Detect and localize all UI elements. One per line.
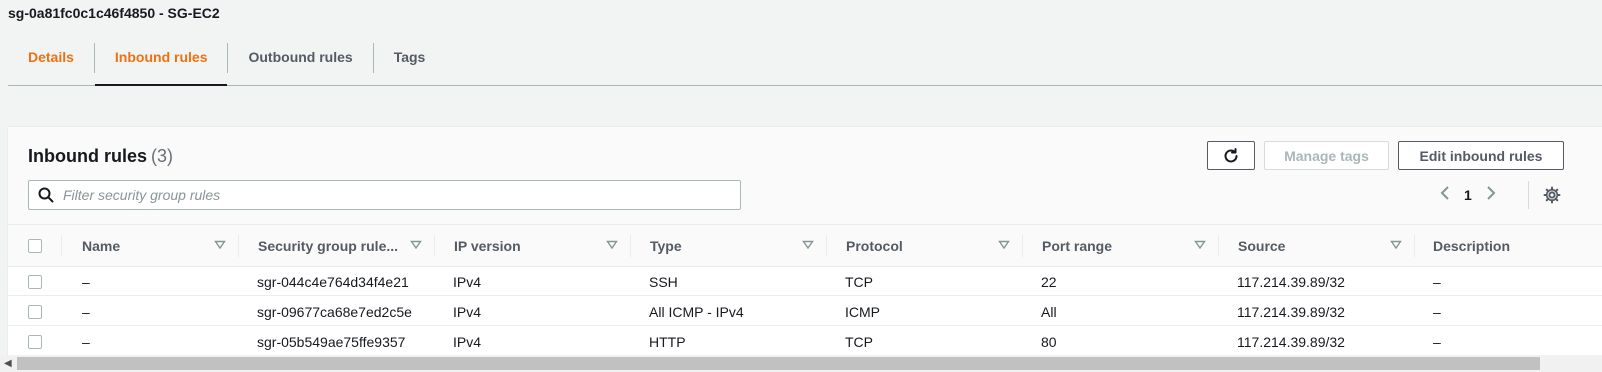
cell-protocol: TCP xyxy=(845,333,873,350)
refresh-icon xyxy=(1224,147,1238,162)
select-all-checkbox-cell xyxy=(28,225,68,267)
tab-bar: Details Inbound rules Outbound rules Tag… xyxy=(8,40,1602,86)
cell-port-range: 22 xyxy=(1041,273,1057,290)
column-header-ip-version[interactable]: IP version xyxy=(454,225,630,267)
cell-ip-version: IPv4 xyxy=(453,273,482,290)
column-header-source[interactable]: Source xyxy=(1238,225,1414,267)
cell-source: 117.214.39.89/32 xyxy=(1237,333,1345,350)
sort-icon xyxy=(1194,240,1206,250)
column-label: Security group rule... xyxy=(258,238,399,254)
cell-port-range: 80 xyxy=(1041,333,1057,350)
column-header-rule-id[interactable]: Security group rule... xyxy=(258,225,434,267)
cell-name: – xyxy=(82,303,90,320)
scrollbar-thumb[interactable] xyxy=(17,357,1540,370)
column-divider xyxy=(61,235,62,257)
row-checkbox[interactable] xyxy=(28,304,42,319)
cell-type: SSH xyxy=(649,273,678,290)
column-label: IP version xyxy=(454,238,521,254)
cell-description: – xyxy=(1433,303,1441,320)
column-header-port-range[interactable]: Port range xyxy=(1042,225,1218,267)
cell-rule-id: sgr-09677ca68e7ed2c5e xyxy=(257,303,412,320)
column-label: Source xyxy=(1238,238,1286,254)
cell-source: 117.214.39.89/32 xyxy=(1237,273,1345,290)
column-header-description[interactable]: Description xyxy=(1433,225,1593,267)
sort-icon xyxy=(1390,240,1402,250)
tab-inbound-rules[interactable]: Inbound rules xyxy=(94,40,228,86)
table-row[interactable]: – sgr-05b549ae75ffe9357 IPv4 HTTP TCP 80… xyxy=(8,327,1602,356)
panel-header: Inbound rules (3) Manage tags Edit inboun… xyxy=(8,127,1602,224)
inbound-rules-panel: Inbound rules (3) Manage tags Edit inboun… xyxy=(8,126,1602,372)
row-checkbox-cell xyxy=(28,327,42,356)
pagination: 1 xyxy=(1440,185,1496,204)
column-divider xyxy=(1414,235,1415,257)
column-label: Protocol xyxy=(846,238,903,254)
sort-icon xyxy=(410,240,422,250)
refresh-button[interactable] xyxy=(1207,141,1255,170)
tab-outbound-rules[interactable]: Outbound rules xyxy=(228,40,372,74)
search-icon xyxy=(29,187,63,203)
chevron-left-icon[interactable] xyxy=(1440,185,1450,204)
pager-divider xyxy=(1528,181,1529,209)
select-all-checkbox[interactable] xyxy=(28,239,42,253)
settings-icon[interactable] xyxy=(1543,186,1561,209)
security-group-page: sg-0a81fc0c1c46f4850 - SG-EC2 Details In… xyxy=(0,0,1602,372)
sort-icon xyxy=(214,240,226,250)
column-label: Name xyxy=(82,238,121,254)
cell-type: HTTP xyxy=(649,333,686,350)
page-title: sg-0a81fc0c1c46f4850 - SG-EC2 xyxy=(8,5,220,21)
cell-name: – xyxy=(82,273,90,290)
column-divider xyxy=(238,235,239,257)
rule-count: (3) xyxy=(151,146,173,166)
column-header-protocol[interactable]: Protocol xyxy=(846,225,1022,267)
tab-details[interactable]: Details xyxy=(8,40,94,74)
edit-inbound-rules-button[interactable]: Edit inbound rules xyxy=(1398,141,1564,170)
cell-ip-version: IPv4 xyxy=(453,333,482,350)
filter-input[interactable] xyxy=(63,187,723,203)
row-checkbox[interactable] xyxy=(28,274,42,289)
column-divider xyxy=(1022,235,1023,257)
column-divider xyxy=(434,235,435,257)
cell-rule-id: sgr-044c4e764d34f4e21 xyxy=(257,273,409,290)
horizontal-scrollbar[interactable]: ◀ xyxy=(0,355,1602,372)
column-label: Port range xyxy=(1042,238,1113,254)
filter-search-box xyxy=(28,180,741,210)
table-row[interactable]: – sgr-044c4e764d34f4e21 IPv4 SSH TCP 22 … xyxy=(8,267,1602,296)
current-page-number[interactable]: 1 xyxy=(1464,187,1472,203)
manage-tags-button[interactable]: Manage tags xyxy=(1264,141,1389,170)
cell-name: – xyxy=(82,333,90,350)
cell-port-range: All xyxy=(1041,303,1057,320)
row-checkbox-cell xyxy=(28,267,42,296)
column-divider xyxy=(630,235,631,257)
sort-icon xyxy=(802,240,814,250)
panel-title-label: Inbound rules xyxy=(28,146,147,166)
cell-rule-id: sgr-05b549ae75ffe9357 xyxy=(257,333,406,350)
column-header-type[interactable]: Type xyxy=(650,225,826,267)
table-row[interactable]: – sgr-09677ca68e7ed2c5e IPv4 All ICMP - … xyxy=(8,297,1602,326)
sort-icon xyxy=(606,240,618,250)
cell-source: 117.214.39.89/32 xyxy=(1237,303,1345,320)
column-label: Description xyxy=(1433,238,1511,254)
cell-ip-version: IPv4 xyxy=(453,303,482,320)
cell-description: – xyxy=(1433,273,1441,290)
column-label: Type xyxy=(650,238,682,254)
column-header-name[interactable]: Name xyxy=(82,225,238,267)
scroll-left-icon[interactable]: ◀ xyxy=(4,358,12,369)
cell-description: – xyxy=(1433,333,1441,350)
panel-title: Inbound rules (3) xyxy=(28,146,173,167)
row-checkbox[interactable] xyxy=(28,334,42,349)
chevron-right-icon[interactable] xyxy=(1486,185,1496,204)
cell-protocol: TCP xyxy=(845,273,873,290)
column-divider xyxy=(826,235,827,257)
table-header: Name Security group rule... IP version T… xyxy=(8,224,1602,267)
cell-protocol: ICMP xyxy=(845,303,880,320)
tab-tags[interactable]: Tags xyxy=(374,40,446,74)
sort-icon xyxy=(998,240,1010,250)
column-divider xyxy=(1218,235,1219,257)
cell-type: All ICMP - IPv4 xyxy=(649,303,744,320)
row-checkbox-cell xyxy=(28,297,42,326)
